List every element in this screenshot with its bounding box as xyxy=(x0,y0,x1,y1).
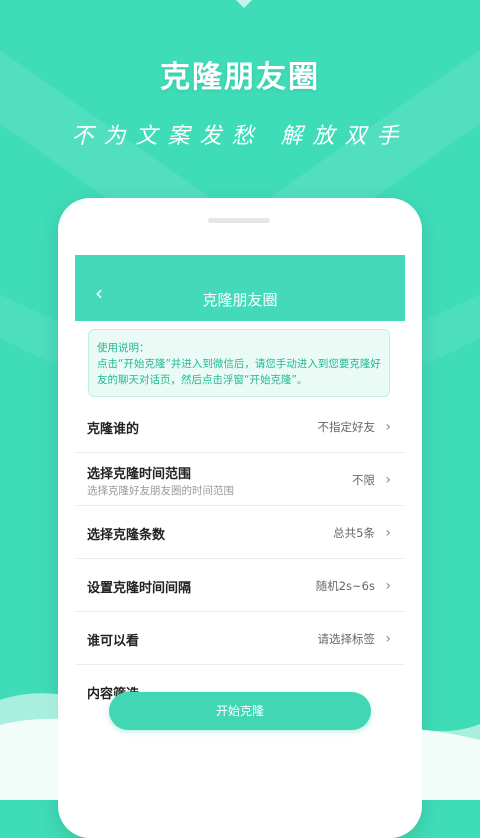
row-value: 不限 xyxy=(352,473,375,487)
start-clone-button[interactable]: 开始克隆 xyxy=(109,692,371,730)
chevron-right-icon: › xyxy=(385,525,391,541)
chevron-right-icon: › xyxy=(385,631,391,647)
usage-notice: 使用说明： 点击“开始克隆”并进入到微信后，请您手动进入到您要克隆好友的聊天对话… xyxy=(88,329,390,397)
row-label: 设置克隆时间间隔 xyxy=(87,581,192,596)
row-visibility[interactable]: 谁可以看 请选择标签 › xyxy=(75,612,405,665)
notice-title: 使用说明： xyxy=(97,342,150,354)
chevron-right-icon: › xyxy=(385,472,391,488)
row-label: 选择克隆时间范围 xyxy=(87,467,192,482)
row-value: 不指定好友 xyxy=(317,420,376,434)
row-clone-whom[interactable]: 克隆谁的 不指定好友 › xyxy=(75,400,405,453)
row-clone-interval[interactable]: 设置克隆时间间隔 随机2s~6s › xyxy=(75,559,405,612)
notice-body: 点击“开始克隆”并进入到微信后，请您手动进入到您要克隆好友的聊天对话页，然后点击… xyxy=(97,358,381,386)
row-time-range[interactable]: 选择克隆时间范围 选择克隆好友朋友圈的时间范围 不限 › xyxy=(75,453,405,506)
chevron-right-icon: › xyxy=(385,578,391,594)
top-notch-decoration xyxy=(236,0,252,8)
settings-list: 克隆谁的 不指定好友 › 选择克隆时间范围 选择克隆好友朋友圈的时间范围 不限 … xyxy=(75,400,405,717)
row-value: 随机2s~6s xyxy=(315,579,375,593)
row-value: 总共5条 xyxy=(333,526,375,540)
row-label: 谁可以看 xyxy=(87,634,140,649)
row-label: 选择克隆条数 xyxy=(87,528,166,543)
row-clone-count[interactable]: 选择克隆条数 总共5条 › xyxy=(75,506,405,559)
row-label: 克隆谁的 xyxy=(87,422,140,437)
promo-slogan: 不为文案发愁 解放双手 xyxy=(71,124,409,149)
promo-title: 克隆朋友圈 xyxy=(160,60,320,95)
chevron-right-icon: › xyxy=(385,419,391,435)
row-value: 请选择标签 xyxy=(317,632,376,646)
row-subtitle: 选择克隆好友朋友圈的时间范围 xyxy=(87,485,234,497)
